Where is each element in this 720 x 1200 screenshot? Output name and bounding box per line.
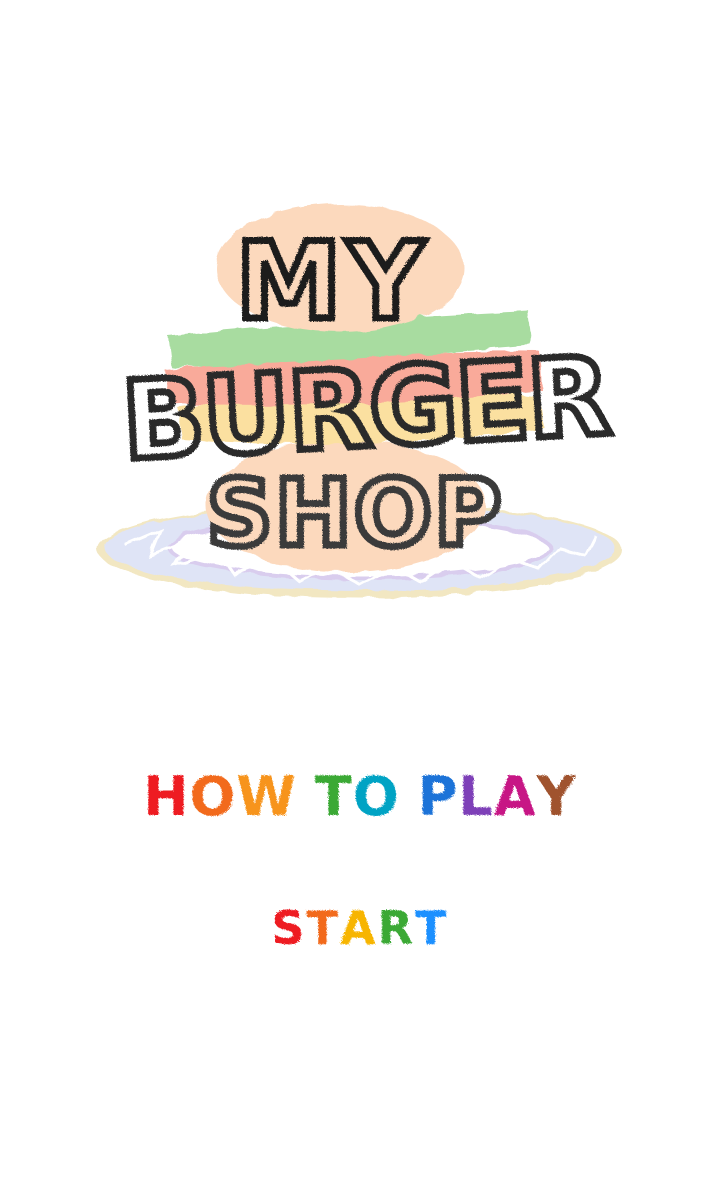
label-letter: T [306,901,341,955]
label-letter: O [352,765,400,828]
logo-text-my: MY [236,220,430,343]
label-letter: R [377,901,416,955]
how-to-play-label: HOW TO PLAY [143,762,576,832]
label-letter: O [189,765,237,828]
label-letter: P [417,765,459,828]
label-letter: S [271,901,307,955]
label-letter: T [415,901,449,955]
start-button[interactable]: START [0,898,720,958]
label-letter: Y [536,765,577,828]
label-letter: W [236,765,298,828]
start-label: START [272,898,449,958]
label-letter: H [143,765,190,828]
label-letter: L [458,765,494,828]
how-to-play-button[interactable]: HOW TO PLAY [0,762,720,832]
label-letter: A [493,765,537,828]
label-letter: A [340,901,378,955]
title-screen: MY BURGER SHOP HOW TO PLAY START [0,0,720,1200]
label-letter: T [315,765,353,828]
burger-logo: MY BURGER SHOP [98,204,622,598]
logo-text-shop: SHOP [207,460,504,567]
